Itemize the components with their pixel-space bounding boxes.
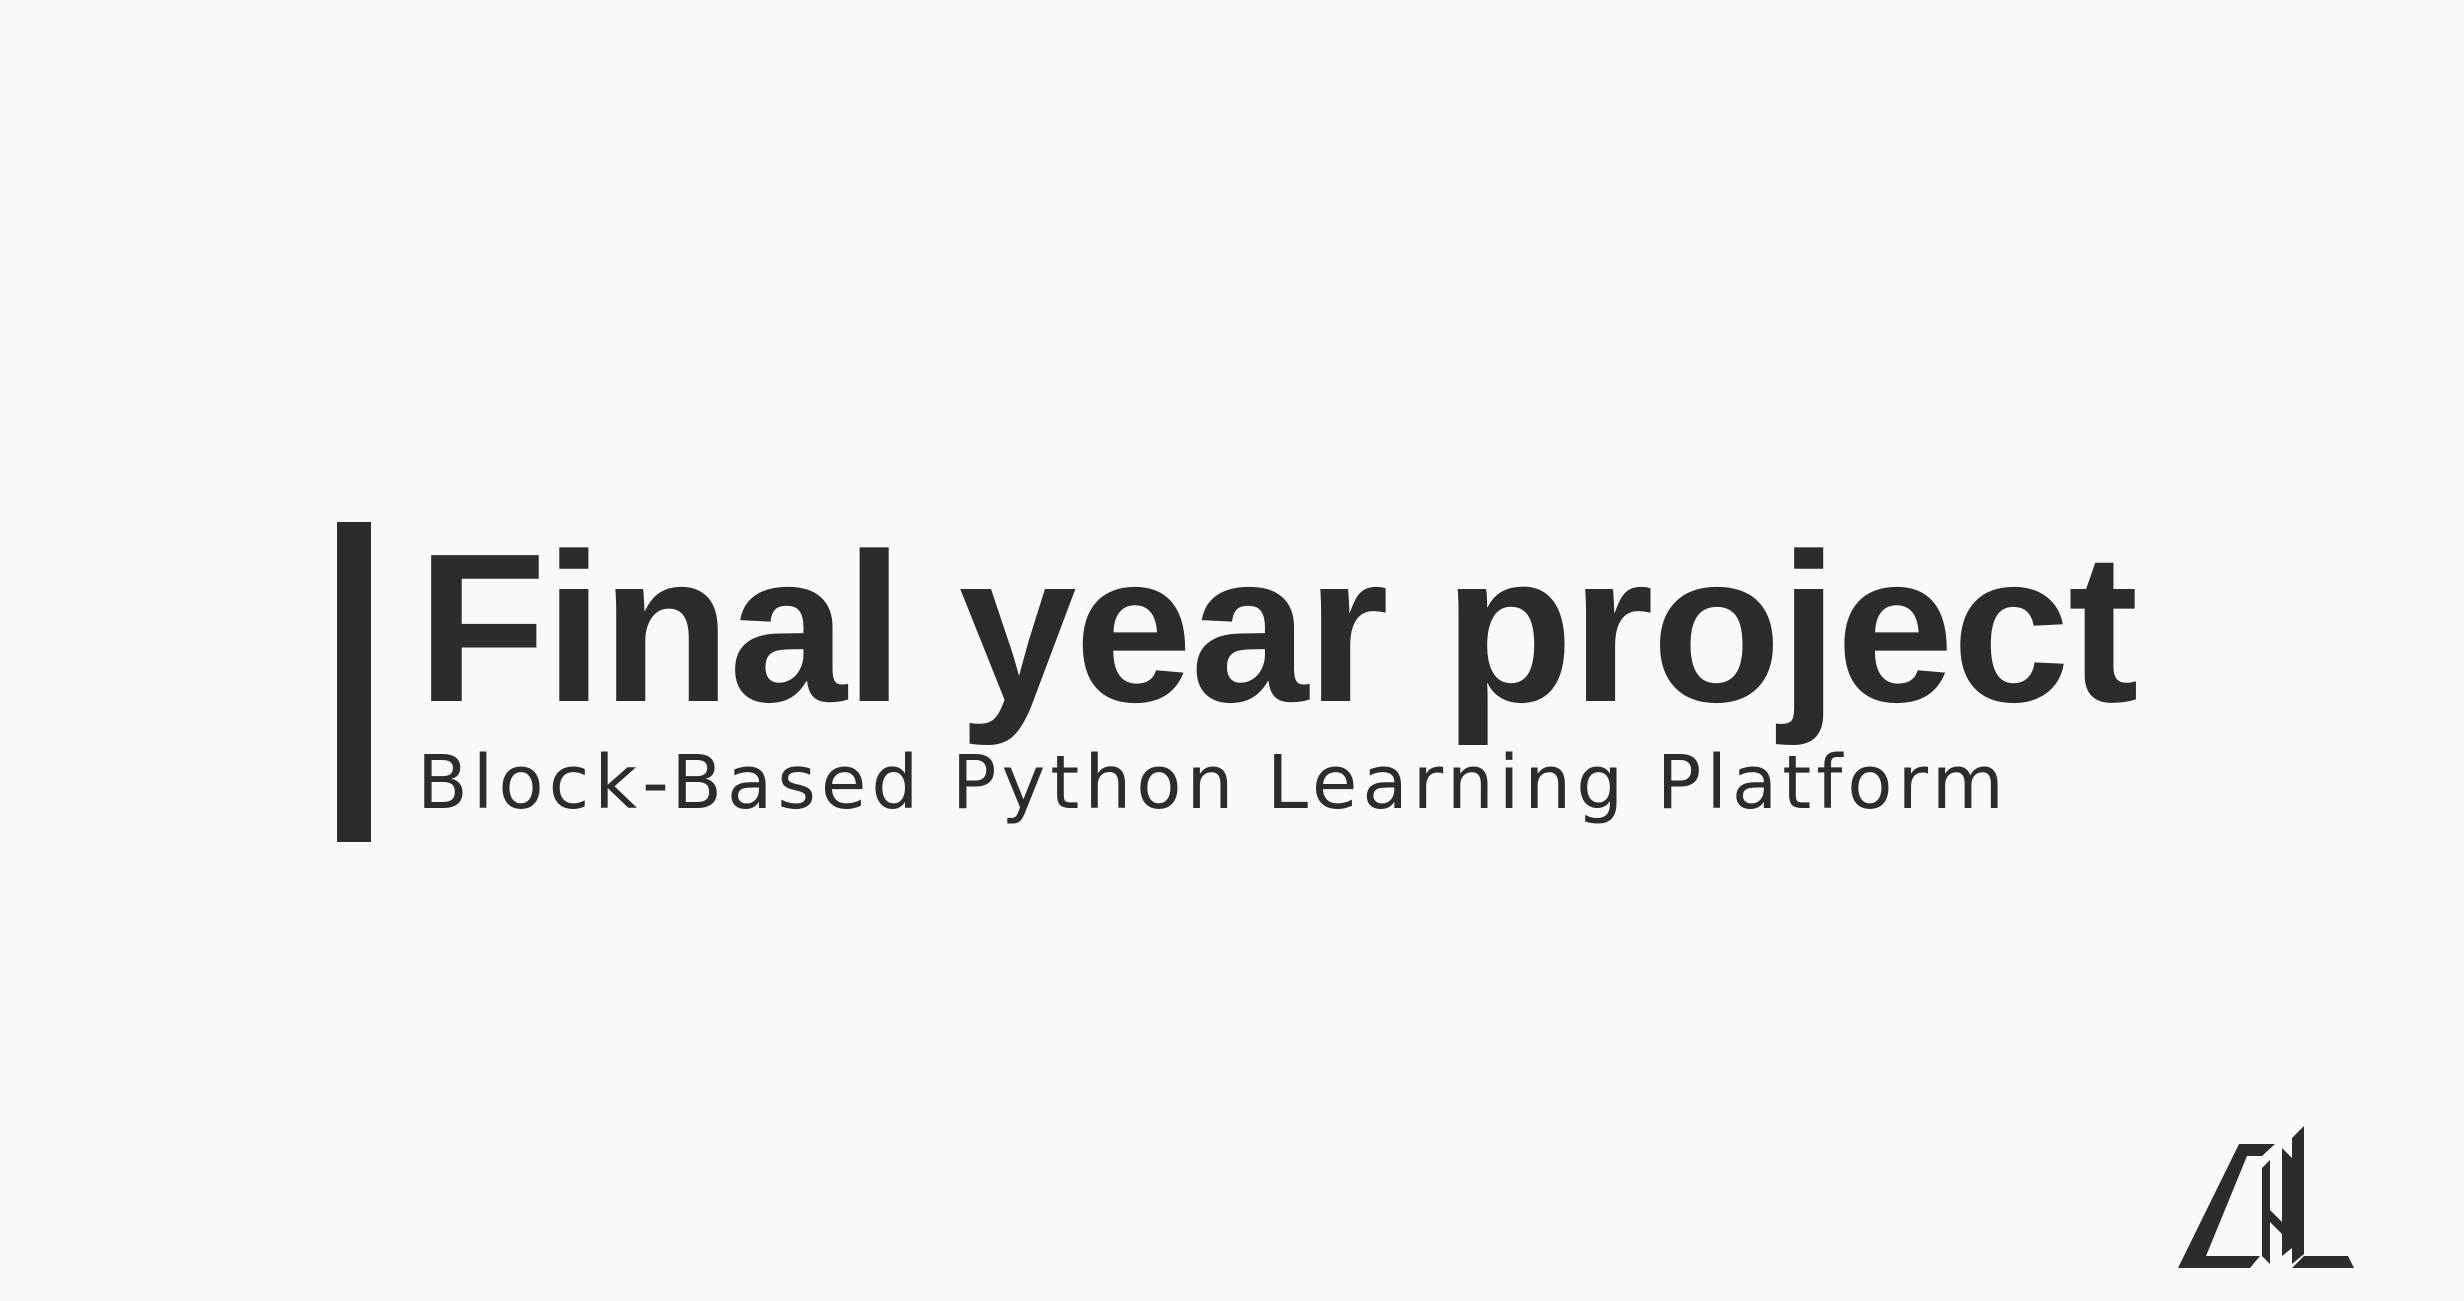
- title-text-group: Final year project Block-Based Python Le…: [417, 509, 2139, 827]
- page-subtitle: Block-Based Python Learning Platform: [417, 740, 2009, 826]
- monogram-logo-icon: [2178, 1126, 2354, 1268]
- accent-bar: [337, 522, 371, 842]
- page-title: Final year project: [417, 509, 2139, 746]
